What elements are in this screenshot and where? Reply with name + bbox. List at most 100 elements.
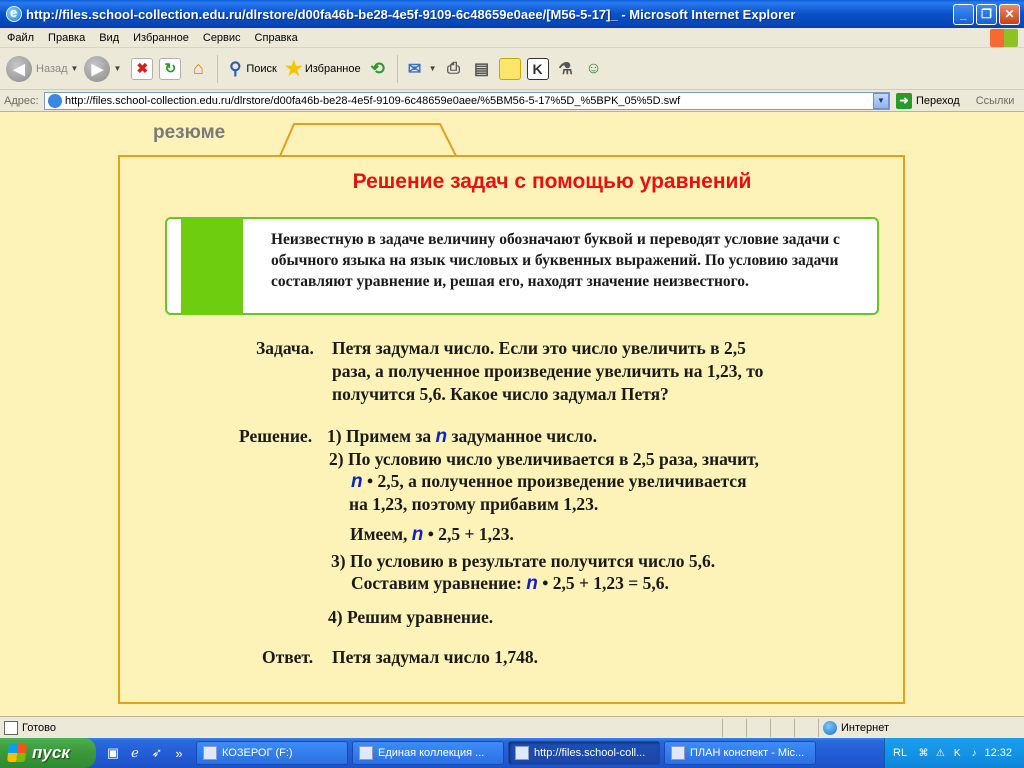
task-line-3: получится 5,6. Какое число задумал Петя? (332, 384, 669, 404)
menu-view[interactable]: Вид (92, 32, 126, 44)
quick-launch: ▣ ℯ ➶ » (104, 744, 192, 762)
taskbar-button-collection[interactable]: Единая коллекция ... (352, 741, 504, 765)
drive-icon (203, 746, 217, 760)
links-button[interactable]: Ссылки (976, 95, 1015, 107)
chevron-down-icon[interactable]: ▼ (113, 64, 121, 73)
address-url[interactable]: http://files.school-collection.edu.ru/dl… (65, 95, 873, 107)
note-icon[interactable] (498, 57, 521, 80)
menu-file[interactable]: Файл (0, 32, 41, 44)
definition-accent-bar (181, 219, 243, 315)
menu-favorites[interactable]: Избранное (126, 32, 196, 44)
step-2-line-3: на 1,23, поэтому прибавим 1,23. (349, 494, 599, 514)
solution-label: Решение. (239, 426, 313, 446)
forward-arrow-icon: ▶ (84, 55, 111, 82)
menu-help[interactable]: Справка (248, 32, 305, 44)
menu-bar: Файл Правка Вид Избранное Сервис Справка (0, 28, 1024, 48)
taskbar-button-browser[interactable]: http://files.school-coll... (508, 741, 660, 765)
mail-icon[interactable]: ✉ (404, 58, 426, 80)
definition-box: Неизвестную в задаче величину обозначают… (165, 217, 879, 315)
tab-summary[interactable]: резюме (153, 122, 225, 144)
stop-icon[interactable]: ✖ (131, 57, 154, 80)
history-icon[interactable]: ⟲ (367, 58, 389, 80)
security-zone: Интернет (818, 718, 1024, 737)
step-2-line-2: n • 2,5, а полученное произведение увели… (351, 471, 747, 493)
variable-n: n (435, 426, 448, 447)
forward-button[interactable]: ▶ ▼ (84, 55, 121, 82)
home-icon[interactable]: ⌂ (187, 58, 209, 80)
status-cell (794, 718, 818, 737)
chevron-down-icon[interactable]: ▼ (71, 64, 79, 73)
minimize-button[interactable]: _ (953, 3, 974, 25)
have-post: • 2,5 + 1,23. (427, 524, 514, 544)
menu-edit[interactable]: Правка (41, 32, 92, 44)
antivirus-icon[interactable]: K (951, 746, 964, 760)
windows-flag-icon (7, 744, 27, 762)
window-title: http://files.school-collection.edu.ru/dl… (26, 6, 796, 22)
clock: 12:32 (984, 747, 1012, 759)
chevron-down-icon[interactable]: ▼ (873, 92, 889, 109)
step-1-pre: 1) Примем за (327, 426, 432, 446)
step-1-post: задуманное число. (451, 426, 597, 446)
start-button[interactable]: пуск (0, 738, 96, 768)
taskbar-button-label: ПЛАН конспект - Mic... (690, 747, 805, 759)
page-content: резюме Решение задач с помощью уравнений… (0, 112, 1024, 716)
go-button[interactable]: ➜ Переход (896, 92, 960, 109)
task-label: Задача. (256, 338, 314, 358)
toolbar-separator (396, 54, 398, 83)
zone-label: Интернет (841, 721, 889, 734)
status-bar: Готово Интернет (0, 716, 1024, 738)
edit-icon[interactable]: ▤ (471, 58, 493, 80)
language-indicator[interactable]: RL (893, 747, 907, 759)
toolbar-separator (217, 54, 219, 83)
taskbar: пуск ▣ ℯ ➶ » КОЗЕРОГ (F:) Единая коллекц… (0, 738, 1024, 768)
taskbar-button-word[interactable]: ПЛАН конспект - Mic... (664, 741, 816, 765)
back-button[interactable]: ◀ Назад ▼ (6, 55, 79, 82)
research-icon[interactable]: ⚗ (555, 58, 577, 80)
taskbar-button-label: КОЗЕРОГ (F:) (222, 747, 293, 759)
search-button[interactable]: ⚲ Поиск (224, 58, 277, 80)
back-arrow-icon: ◀ (6, 55, 32, 82)
answer-text: Петя задумал число 1,748. (332, 647, 539, 667)
status-cell (722, 718, 746, 737)
status-cell (770, 718, 794, 737)
address-input[interactable]: http://files.school-collection.edu.ru/dl… (44, 91, 890, 110)
variable-n: n (411, 524, 424, 545)
definition-text: Неизвестную в задаче величину обозначают… (271, 231, 840, 290)
messenger-icon[interactable]: ☺ (583, 58, 605, 80)
step-3-line-1: 3) По условию в результате получится чис… (331, 551, 716, 571)
search-label: Поиск (246, 62, 277, 75)
address-label: Адрес: (4, 94, 39, 107)
close-button[interactable]: ✕ (999, 3, 1020, 25)
taskbar-button-drive[interactable]: КОЗЕРОГ (F:) (196, 741, 348, 765)
messenger-quicklaunch-icon[interactable]: ➶ (148, 744, 166, 762)
ie-quicklaunch-icon[interactable]: ℯ (126, 744, 144, 762)
refresh-icon[interactable]: ↻ (159, 57, 182, 80)
print-icon[interactable]: ⎙ (443, 58, 465, 80)
k-icon[interactable]: K (526, 57, 549, 80)
step-2-line-1: 2) По условию число увеличивается в 2,5 … (329, 449, 759, 469)
menu-tools[interactable]: Сервис (196, 32, 248, 44)
security-icon[interactable]: ⚠ (934, 746, 947, 760)
favorites-button[interactable]: ★ Избранное (283, 58, 361, 80)
box-icon[interactable]: ▣ (104, 744, 122, 762)
step-2-line-2-text: • 2,5, а полученное произведение увеличи… (366, 471, 747, 491)
taskbar-button-label: http://files.school-coll... (534, 747, 646, 759)
network-icon[interactable]: ⌘ (917, 746, 930, 760)
word-icon (671, 746, 685, 760)
go-label: Переход (916, 94, 960, 107)
start-label: пуск (32, 743, 70, 762)
ie-icon (6, 5, 22, 22)
chevron-down-icon[interactable]: ▼ (429, 64, 437, 73)
favorites-label: Избранное (304, 62, 361, 75)
windows-logo-icon (990, 29, 1018, 47)
restore-button[interactable]: ❐ (976, 3, 997, 25)
address-bar: Адрес: http://files.school-collection.ed… (0, 90, 1024, 112)
step-1: 1) Примем за n задуманное число. (327, 426, 597, 448)
toolbar: ◀ Назад ▼ ▶ ▼ ✖ ↻ ⌂ ⚲ Поиск ★ Избранное … (0, 48, 1024, 90)
page-done-icon (4, 720, 18, 735)
variable-n: n (526, 573, 538, 594)
chevron-right-icon[interactable]: » (170, 744, 188, 762)
taskbar-button-label: Единая коллекция ... (378, 747, 485, 759)
volume-icon[interactable]: ♪ (968, 746, 981, 760)
step-3-pre: Составим уравнение: (351, 573, 522, 593)
